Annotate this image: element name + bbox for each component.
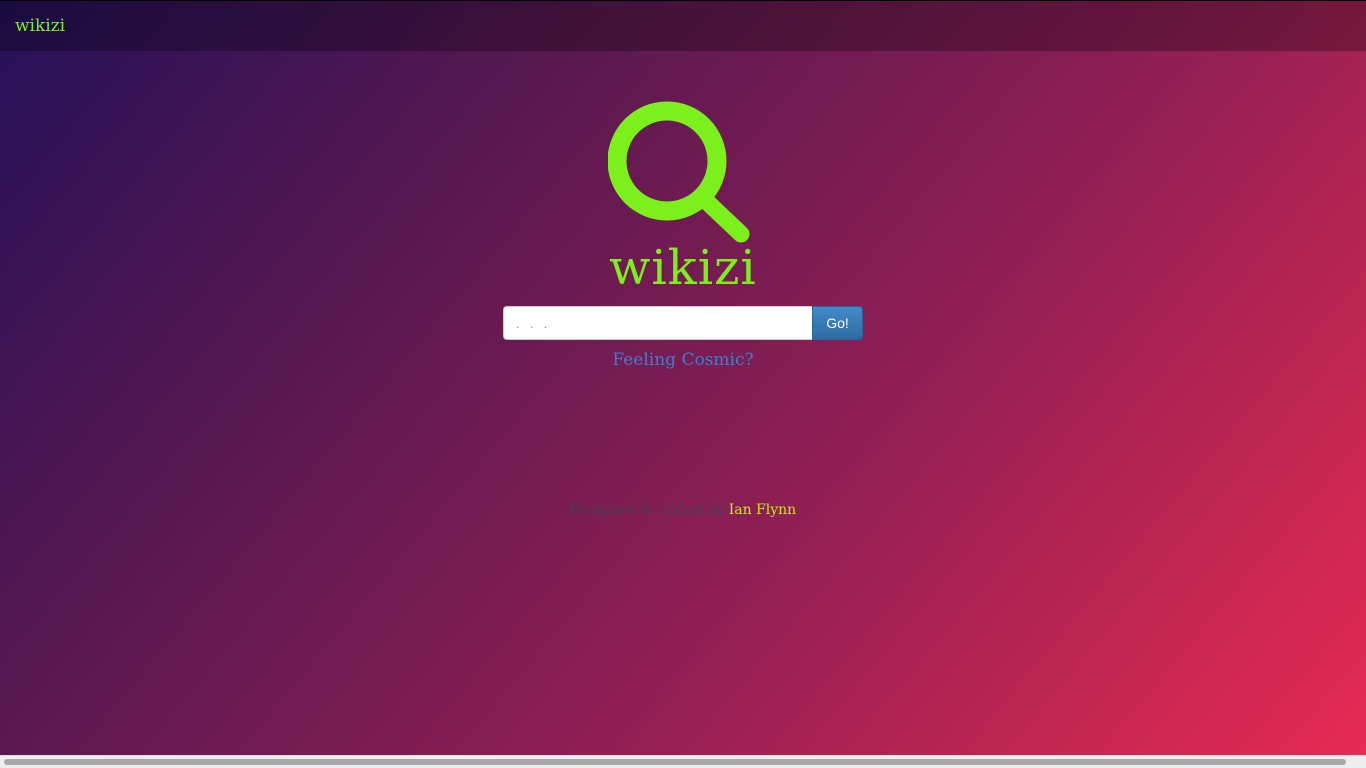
random-article-container: Feeling Cosmic? xyxy=(0,348,1366,372)
top-navbar: wikizi xyxy=(0,0,1366,51)
footer: Designed & Coded by Ian Flynn xyxy=(0,500,1366,520)
site-title: wikizi xyxy=(609,240,757,296)
search-input[interactable] xyxy=(503,306,812,340)
horizontal-scrollbar[interactable] xyxy=(0,755,1366,768)
navbar-brand-link[interactable]: wikizi xyxy=(15,15,65,37)
search-form: Go! xyxy=(503,306,863,340)
search-icon xyxy=(608,101,750,243)
scrollbar-thumb[interactable] xyxy=(4,759,1346,765)
logo xyxy=(0,100,1366,246)
author-link[interactable]: Ian Flynn xyxy=(729,502,796,518)
footer-credit-text: Designed & Coded by xyxy=(569,502,729,518)
feeling-cosmic-link[interactable]: Feeling Cosmic? xyxy=(612,350,753,370)
go-button[interactable]: Go! xyxy=(812,306,863,340)
